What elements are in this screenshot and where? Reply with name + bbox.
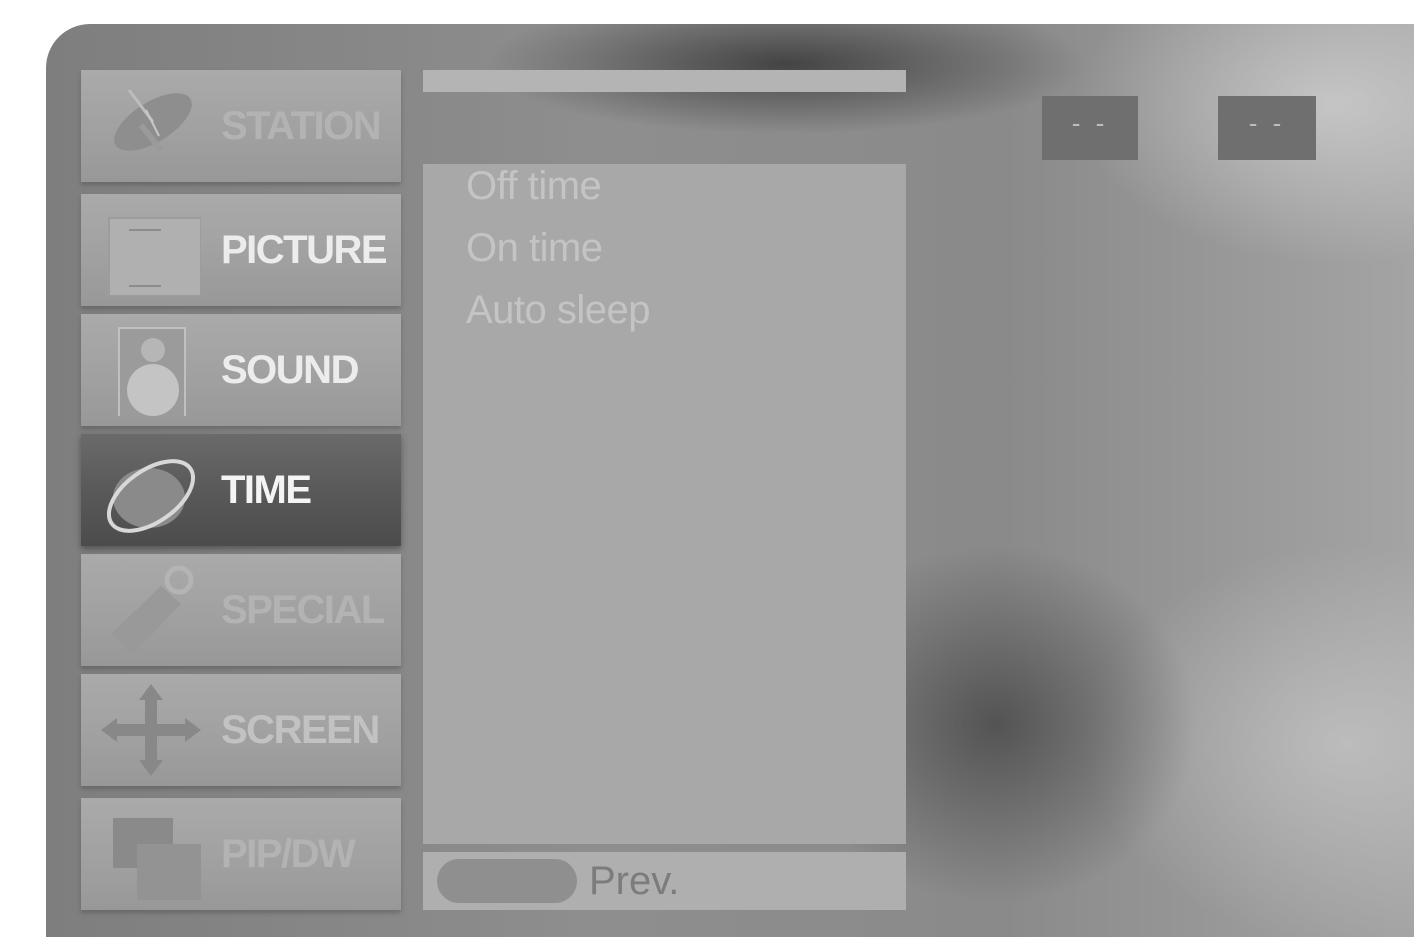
menu-label-pipdw: PIP/DW (221, 832, 356, 876)
menu-item-picture[interactable]: PICTURE (81, 194, 401, 306)
submenu-item-auto-sleep[interactable]: Auto sleep (466, 288, 651, 333)
menu-item-special[interactable]: SPECIAL (81, 554, 401, 666)
menu-label-time: TIME (221, 468, 312, 512)
menu-item-pipdw[interactable]: PIP/DW (81, 798, 401, 910)
navigation-footer: Prev. (423, 852, 906, 910)
menu-label-sound: SOUND (221, 348, 359, 392)
picture-frame-icon (108, 217, 201, 296)
submenu-item-off-time[interactable]: Off time (466, 164, 602, 209)
prev-label: Prev. (589, 859, 680, 903)
move-arrows-icon (101, 684, 201, 776)
menu-item-screen[interactable]: SCREEN (81, 674, 401, 786)
menu-item-time[interactable]: TIME (81, 434, 401, 546)
speaker-icon (118, 327, 186, 416)
tag-icon (111, 565, 194, 654)
menu-key-button-icon (437, 859, 577, 903)
submenu-title-bar (423, 70, 906, 92)
minutes-value-box[interactable]: - - (1218, 96, 1316, 160)
menu-label-screen: SCREEN (221, 708, 380, 752)
hours-value-box[interactable]: - - (1042, 96, 1138, 160)
menu-label-station: STATION (221, 104, 382, 148)
menu-label-picture: PICTURE (221, 228, 388, 272)
menu-item-station[interactable]: STATION (81, 70, 401, 182)
time-submenu: Off time On time Auto sleep (423, 164, 906, 844)
tv-osd-menu: STATION PICTURE SOUND TIME SPECIAL SCREE… (46, 24, 1414, 937)
submenu-item-on-time[interactable]: On time (466, 226, 603, 271)
menu-item-sound[interactable]: SOUND (81, 314, 401, 426)
menu-label-special: SPECIAL (221, 588, 385, 632)
pip-windows-icon (113, 818, 201, 900)
satellite-dish-icon (114, 89, 192, 152)
clock-ring-icon (106, 459, 196, 533)
